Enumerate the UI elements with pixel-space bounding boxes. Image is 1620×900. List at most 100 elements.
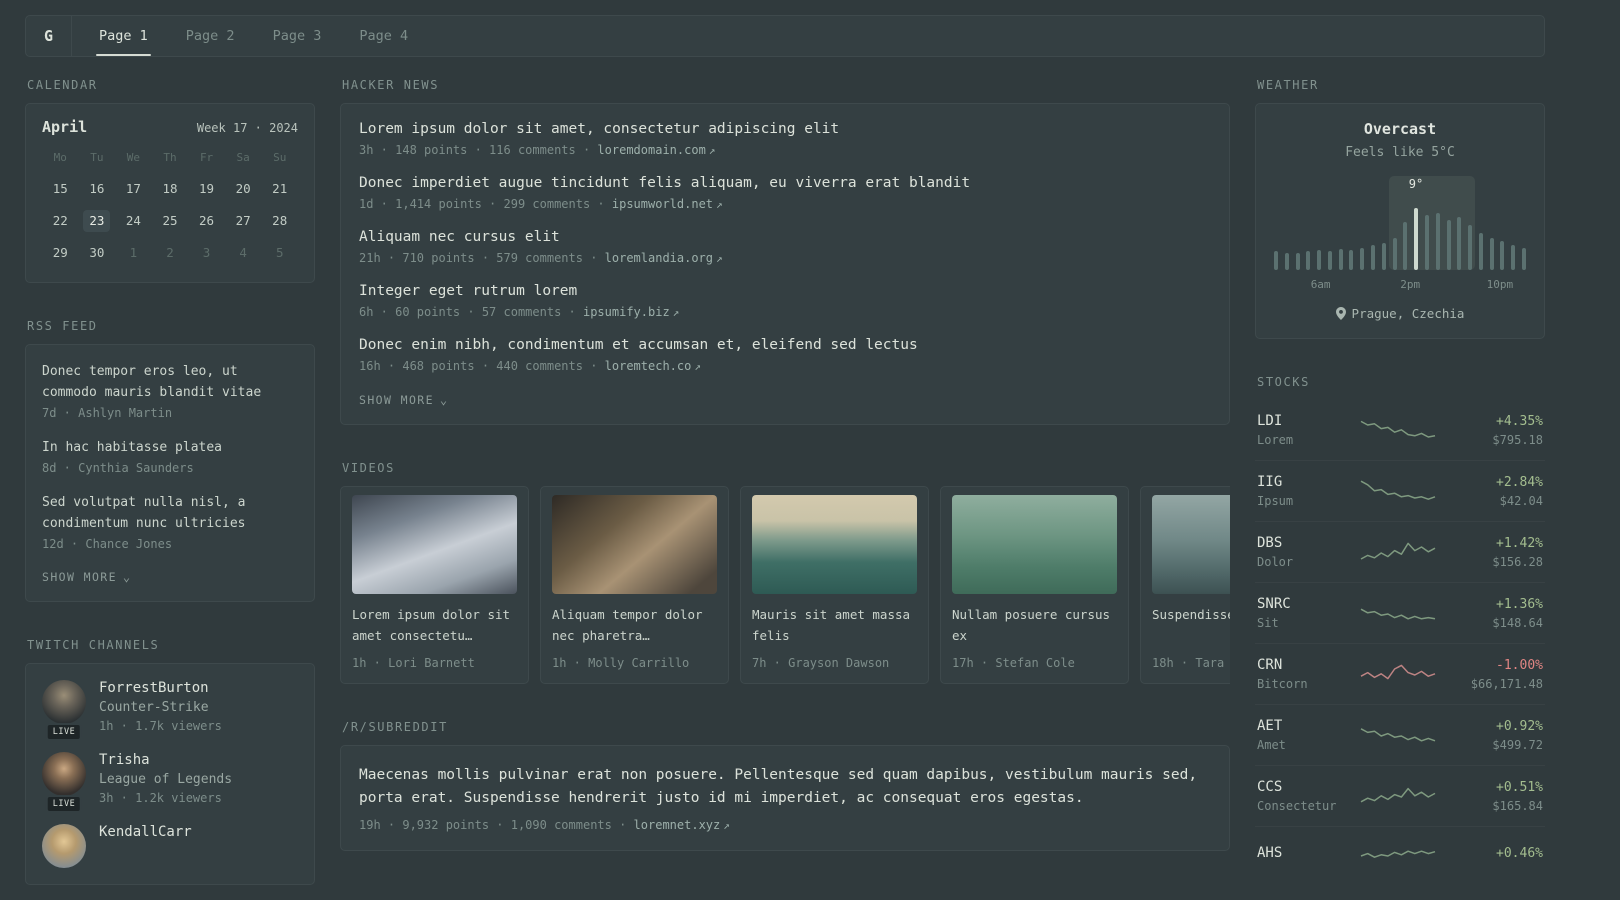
hn-story-title[interactable]: Integer eget rutrum lorem [359, 283, 1211, 299]
stock-row[interactable]: CRN Bitcorn -1.00% $66,171.48 [1255, 643, 1545, 704]
page-tabs: Page 1 Page 2 Page 3 Page 4 [72, 16, 427, 56]
calendar-day: 25 [162, 213, 178, 228]
reddit-post-title[interactable]: Maecenas mollis pulvinar erat non posuer… [359, 764, 1211, 811]
weather-bar [1381, 243, 1386, 270]
hn-story-title[interactable]: Lorem ipsum dolor sit amet, consectetur … [359, 121, 1211, 137]
calendar-day: 26 [199, 213, 215, 228]
calendar-day: 24 [125, 213, 141, 228]
avatar-wrap [42, 824, 86, 869]
stock-price: $148.64 [1492, 615, 1543, 630]
twitch-channel[interactable]: LIVE ForrestBurton Counter-Strike 1h · 1… [42, 680, 298, 742]
hn-story-source-link[interactable]: ipsumify.biz [583, 305, 670, 319]
hn-story-source-link[interactable]: ipsumworld.net [612, 197, 713, 211]
video-thumbnail[interactable] [1152, 495, 1230, 594]
weather-bar [1500, 241, 1505, 270]
stock-symbol: SNRC [1257, 596, 1291, 612]
video-title[interactable]: Aliquam tempor dolor nec pharetra… [552, 605, 717, 647]
stock-symbol: IIG [1257, 474, 1283, 490]
channel-name[interactable]: Trisha [99, 752, 232, 768]
left-column: CALENDAR April Week 17 · 2024 Mo Tu We T… [25, 78, 315, 886]
rss-item-title[interactable]: In hac habitasse platea [42, 437, 298, 458]
hn-story-title[interactable]: Donec imperdiet augue tincidunt felis al… [359, 175, 1211, 191]
stock-row[interactable]: AET Amet +0.92% $499.72 [1255, 704, 1545, 765]
external-link-icon: ↗ [708, 144, 716, 157]
stock-symbol: CRN [1257, 657, 1283, 673]
calendar-day: 22 [52, 213, 68, 228]
hn-story-meta: 3h · 148 points · 116 comments · loremdo… [359, 143, 716, 157]
rss-show-more-button[interactable]: SHOW MORE ⌄ [42, 570, 132, 584]
rss-item-title[interactable]: Sed volutpat nulla nisl, a condimentum n… [42, 492, 298, 534]
stock-row[interactable]: LDI Lorem +4.35% $795.18 [1255, 400, 1545, 460]
weather-bar [1457, 217, 1462, 270]
weather-chart: 9° [1272, 176, 1528, 270]
stock-row[interactable]: CCS Consectetur +0.51% $165.84 [1255, 765, 1545, 826]
stock-price: $499.72 [1492, 737, 1543, 752]
twitch-channel[interactable]: LIVE Trisha League of Legends 3h · 1.2k … [42, 752, 298, 814]
twitch-channel[interactable]: KendallCarr [42, 824, 298, 869]
video-thumbnail[interactable] [952, 495, 1117, 594]
hn-show-more-button[interactable]: SHOW MORE ⌄ [359, 393, 449, 407]
calendar-day-next-month: 4 [239, 245, 247, 260]
video-title[interactable]: Lorem ipsum dolor sit amet consectetu… [352, 605, 517, 647]
tab-page-3[interactable]: Page 3 [254, 16, 341, 56]
hn-story-source-link[interactable]: loremlandia.org [605, 251, 713, 265]
stock-row[interactable]: AHS +0.46% [1255, 826, 1545, 883]
tab-page-4[interactable]: Page 4 [340, 16, 427, 56]
video-title[interactable]: Mauris sit amet massa felis [752, 605, 917, 647]
calendar-day: 20 [235, 181, 251, 196]
stock-symbol: AET [1257, 718, 1283, 734]
rss-item-title[interactable]: Donec tempor eros leo, ut commodo mauris… [42, 361, 298, 403]
hn-story-source-link[interactable]: loremtech.co [605, 359, 692, 373]
stock-sparkline [1360, 787, 1436, 803]
stock-name: Bitcorn [1257, 677, 1308, 691]
hn-story-title[interactable]: Aliquam nec cursus elit [359, 229, 1211, 245]
stock-change: +2.84% [1496, 474, 1543, 490]
video-title[interactable]: Nullam posuere cursus ex [952, 605, 1117, 647]
live-badge: LIVE [45, 795, 83, 814]
section-header-weather: WEATHER [1257, 78, 1319, 92]
calendar-dow: Fr [199, 151, 214, 164]
stock-row[interactable]: SNRC Sit +1.36% $148.64 [1255, 582, 1545, 643]
calendar-day: 30 [89, 245, 105, 260]
calendar-day: 16 [89, 181, 105, 196]
video-card: Aliquam tempor dolor nec pharetra… 1h · … [540, 486, 729, 684]
weather-bar [1306, 251, 1311, 270]
stock-change: +1.36% [1496, 596, 1543, 612]
calendar-grid: Mo Tu We Th Fr Sa Su 15 16 17 18 19 20 2… [42, 151, 298, 264]
stock-row[interactable]: DBS Dolor +1.42% $156.28 [1255, 521, 1545, 582]
weather-bar [1349, 250, 1354, 270]
weather-bar [1371, 245, 1376, 270]
hn-story-meta: 16h · 468 points · 440 comments · loremt… [359, 359, 701, 373]
calendar-widget: April Week 17 · 2024 Mo Tu We Th Fr Sa S… [25, 103, 315, 283]
video-title[interactable]: Suspendisse diam [1152, 605, 1230, 647]
calendar-day: 27 [235, 213, 251, 228]
reddit-post-source-link[interactable]: loremnet.xyz [634, 818, 721, 832]
video-meta: 1h · Molly Carrillo [552, 656, 690, 670]
section-header-rss: RSS FEED [27, 319, 98, 333]
stock-symbol: DBS [1257, 535, 1283, 551]
channel-name[interactable]: KendallCarr [99, 824, 192, 840]
section-header-hackernews: HACKER NEWS [342, 78, 440, 92]
stock-name: Dolor [1257, 555, 1294, 569]
weather-bar [1295, 253, 1300, 270]
weather-time-labels: 6am 2pm 10pm [1272, 278, 1528, 293]
video-thumbnail[interactable] [752, 495, 917, 594]
channel-meta: 3h · 1.2k viewers [99, 791, 222, 806]
tab-page-1[interactable]: Page 1 [80, 16, 167, 56]
hn-story: Aliquam nec cursus elit 21h · 710 points… [359, 229, 1211, 265]
channel-name[interactable]: ForrestBurton [99, 680, 222, 696]
stock-price: $795.18 [1492, 432, 1543, 447]
hn-story-source-link[interactable]: loremdomain.com [597, 143, 705, 157]
weather-bar [1284, 253, 1289, 270]
stock-row[interactable]: IIG Ipsum +2.84% $42.04 [1255, 460, 1545, 521]
app-logo[interactable]: G [26, 16, 72, 56]
calendar-day-selected: 23 [79, 210, 116, 232]
rss-widget: Donec tempor eros leo, ut commodo mauris… [25, 344, 315, 603]
video-thumbnail[interactable] [352, 495, 517, 594]
video-thumbnail[interactable] [552, 495, 717, 594]
video-card: Lorem ipsum dolor sit amet consectetu… 1… [340, 486, 529, 684]
middle-column: HACKER NEWS Lorem ipsum dolor sit amet, … [340, 78, 1230, 885]
hn-story-title[interactable]: Donec enim nibh, condimentum et accumsan… [359, 337, 1211, 353]
tab-page-2[interactable]: Page 2 [167, 16, 254, 56]
stock-change: -1.00% [1496, 657, 1543, 673]
